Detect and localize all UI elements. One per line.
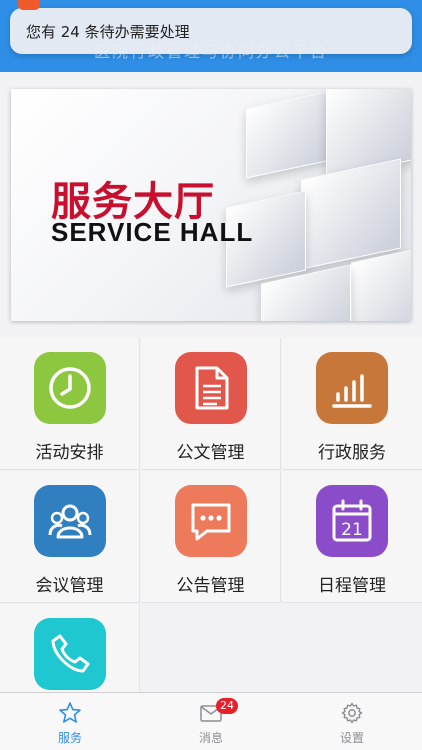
grid-item-label: 会议管理	[35, 576, 104, 596]
notification-app-icon	[18, 0, 40, 10]
grid-item-documents[interactable]: 公文管理	[141, 338, 281, 470]
banner-cube	[301, 158, 401, 270]
calendar-icon: 21	[316, 485, 388, 557]
grid-item-label: 日程管理	[318, 576, 386, 596]
grid-item-meetings[interactable]: 会议管理	[0, 471, 140, 603]
grid-item-schedule[interactable]: 21 日程管理	[282, 471, 422, 603]
tab-label: 设置	[339, 731, 364, 745]
grid-item-label: 活动安排	[35, 443, 104, 463]
banner-title-en: SERVICE HALL	[51, 217, 254, 247]
notification-text: 您有 24 条待办需要处理	[26, 23, 190, 41]
tab-label: 消息	[198, 731, 223, 745]
grid-item-label: 行政服务	[318, 443, 386, 463]
tab-services[interactable]: 服务	[0, 693, 140, 750]
notification-banner[interactable]: 您有 24 条待办需要处理	[10, 8, 412, 54]
people-icon	[34, 485, 106, 557]
grid-item-label: 公告管理	[176, 576, 245, 596]
clock-icon	[34, 352, 106, 424]
calendar-day: 21	[341, 520, 363, 540]
grid-item-admin-service[interactable]: 行政服务	[282, 338, 422, 470]
bar-chart-icon	[316, 352, 388, 424]
banner-cube	[246, 89, 336, 179]
chat-bubble-icon	[175, 485, 247, 557]
tab-bar: 服务 24 消息 设置	[0, 692, 422, 750]
gear-icon	[341, 702, 363, 724]
grid-item-label: 公文管理	[176, 443, 245, 463]
tab-messages[interactable]: 24 消息	[141, 693, 281, 750]
message-badge: 24	[216, 698, 238, 714]
tab-settings[interactable]: 设置	[282, 693, 422, 750]
grid-item-announcements[interactable]: 公告管理	[141, 471, 281, 603]
service-hall-banner[interactable]: 服务大厅 SERVICE HALL	[11, 89, 411, 321]
grid-item-activity[interactable]: 活动安排	[0, 338, 140, 470]
document-icon	[175, 352, 247, 424]
star-icon	[59, 702, 81, 723]
phone-icon	[34, 618, 106, 690]
tab-label: 服务	[57, 731, 82, 745]
